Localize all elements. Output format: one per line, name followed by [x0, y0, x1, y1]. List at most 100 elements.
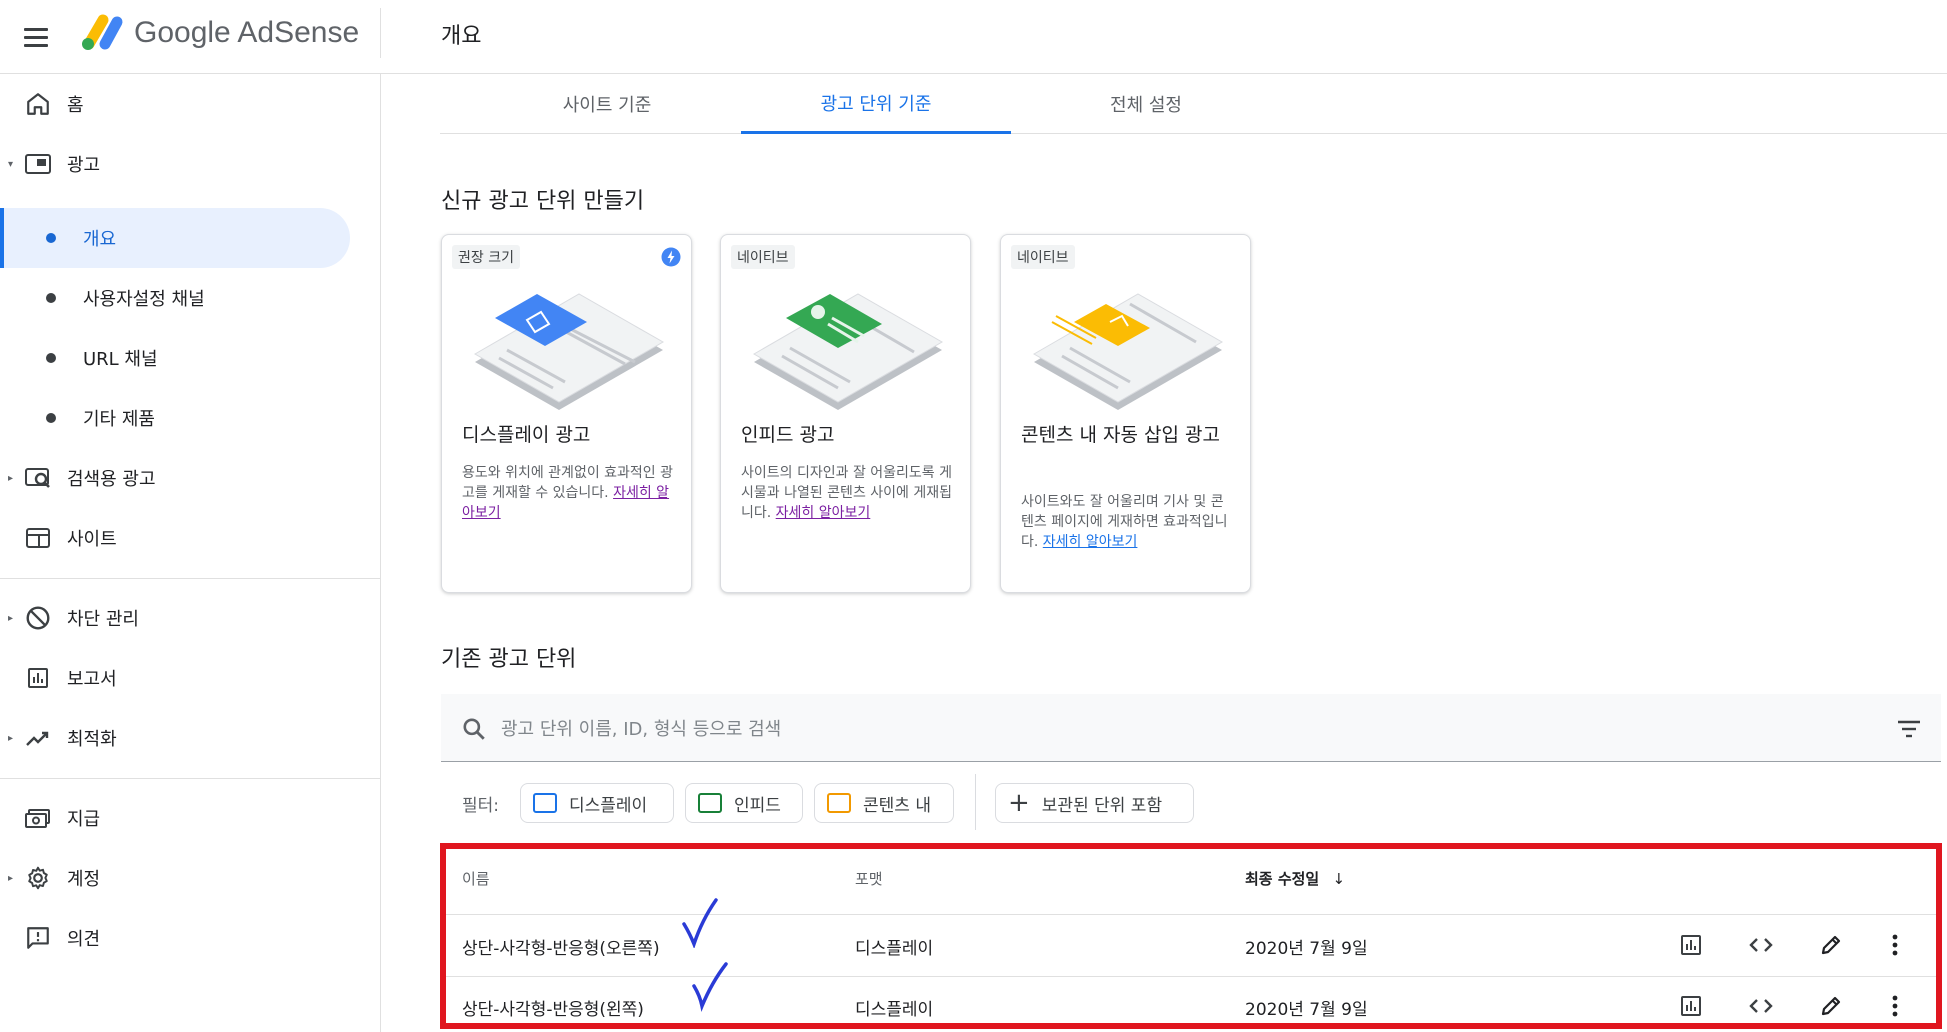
sidebar-item-reports[interactable]: 보고서 — [0, 648, 380, 708]
sites-icon — [24, 524, 52, 552]
filter-chip-in-feed[interactable]: 인피드 — [685, 783, 803, 823]
expand-arrow-icon[interactable]: ▸ — [8, 473, 13, 484]
expand-arrow-icon[interactable]: ▾ — [8, 159, 13, 170]
more-options-button[interactable] — [1880, 930, 1910, 960]
bullet-icon — [46, 293, 56, 303]
sidebar-item-feedback[interactable]: 의견 — [0, 908, 380, 968]
column-header-name[interactable]: 이름 — [462, 868, 490, 889]
settings-gear-icon — [24, 864, 52, 892]
reports-icon — [24, 664, 52, 692]
sidebar-item-home[interactable]: 홈 — [0, 74, 380, 134]
block-icon — [24, 604, 52, 632]
learn-more-link[interactable]: 자세히 알아보기 — [1043, 534, 1138, 550]
sidebar-divider — [0, 778, 380, 779]
bar-chart-icon — [1681, 935, 1701, 955]
in-feed-format-icon — [698, 793, 722, 813]
in-feed-ad-illustration — [752, 293, 944, 410]
sidebar-item-label: 보고서 — [67, 669, 117, 690]
filter-divider — [975, 774, 976, 830]
sidebar-item-overview[interactable]: 개요 — [0, 208, 350, 268]
sidebar-item-blocking-controls[interactable]: ▸ 차단 관리 — [0, 588, 380, 648]
card-title: 인피드 광고 — [741, 424, 835, 446]
card-title: 콘텐츠 내 자동 삽입 광고 — [1021, 424, 1220, 446]
in-article-format-icon — [827, 793, 851, 813]
ad-unit-name[interactable]: 상단-사각형-반응형(오른쪽) — [462, 934, 660, 959]
menu-icon-bar — [24, 35, 48, 39]
sidebar-item-sites[interactable]: 사이트 — [0, 508, 380, 568]
learn-more-link[interactable]: 자세히 알아보기 — [776, 505, 871, 521]
in-feed-ads-card[interactable]: 네이티브 인피드 광고 사이트의 디자인과 잘 어울리도록 게시물과 나열된 콘… — [720, 234, 971, 593]
payments-icon — [24, 804, 52, 832]
tab-bar: 사이트 기준 광고 단위 기준 전체 설정 — [440, 74, 1947, 134]
ad-unit-date: 2020년 7월 9일 — [1245, 939, 1368, 959]
sidebar-item-account[interactable]: ▸ 계정 — [0, 848, 380, 908]
ad-unit-format: 디스플레이 — [855, 939, 934, 959]
tab-by-site[interactable]: 사이트 기준 — [472, 74, 742, 134]
edit-button[interactable] — [1816, 930, 1846, 960]
report-button[interactable] — [1676, 930, 1706, 960]
expand-arrow-icon[interactable]: ▸ — [8, 733, 13, 744]
ad-unit-search-bar[interactable]: 광고 단위 이름, ID, 형식 등으로 검색 — [441, 694, 1941, 762]
edit-button[interactable] — [1816, 991, 1846, 1021]
sidebar-item-custom-channels[interactable]: 사용자설정 채널 — [0, 268, 350, 328]
home-icon — [24, 90, 52, 118]
bullet-icon — [46, 353, 56, 363]
trending-up-icon — [24, 724, 52, 752]
brand-name[interactable]: Google AdSense — [134, 16, 359, 50]
filter-chip-display[interactable]: 디스플레이 — [520, 783, 674, 823]
sidebar-item-optimization[interactable]: ▸ 최적화 — [0, 708, 380, 768]
table-divider — [446, 914, 1936, 915]
existing-ad-units-heading: 기존 광고 단위 — [441, 647, 577, 672]
pencil-icon — [1821, 996, 1841, 1016]
display-format-icon — [533, 793, 557, 813]
create-ad-unit-heading: 신규 광고 단위 만들기 — [441, 189, 645, 214]
search-icon — [463, 718, 485, 740]
ads-icon — [24, 150, 52, 178]
filter-chip-label: 디스플레이 — [569, 795, 648, 816]
adsense-logo-icon — [82, 14, 123, 50]
sidebar-item-search-ads[interactable]: ▸ 검색용 광고 — [0, 448, 380, 508]
code-icon — [1749, 938, 1773, 952]
ad-unit-format: 디스플레이 — [855, 1000, 934, 1020]
card-title: 디스플레이 광고 — [462, 424, 591, 446]
filter-chip-label: 콘텐츠 내 — [863, 795, 931, 816]
expand-arrow-icon[interactable]: ▸ — [8, 613, 13, 624]
sidebar-item-other-products[interactable]: 기타 제품 — [0, 388, 350, 448]
report-button[interactable] — [1676, 991, 1706, 1021]
main-menu-button[interactable] — [24, 22, 54, 52]
in-article-ads-card[interactable]: 네이티브 콘텐츠 내 자동 삽입 광고 사이트와도 잘 어울리며 기사 및 콘텐… — [1000, 234, 1251, 593]
header-divider — [380, 8, 381, 58]
handwritten-checkmark — [692, 962, 728, 1012]
tab-by-ad-unit[interactable]: 광고 단위 기준 — [741, 74, 1011, 134]
filter-list-icon[interactable] — [1895, 716, 1923, 742]
sidebar-item-label: 지급 — [67, 809, 101, 830]
search-input[interactable]: 광고 단위 이름, ID, 형식 등으로 검색 — [501, 715, 781, 741]
feedback-icon — [24, 924, 52, 952]
search-ads-icon — [24, 464, 52, 492]
arrow-down-icon: ↓ — [1332, 870, 1346, 888]
native-chip: 네이티브 — [731, 245, 795, 269]
sidebar-item-payments[interactable]: 지급 — [0, 788, 380, 848]
sidebar-item-label: 홈 — [67, 95, 84, 116]
filter-chip-label: 인피드 — [734, 795, 781, 816]
tab-global-settings[interactable]: 전체 설정 — [1011, 74, 1281, 134]
expand-arrow-icon[interactable]: ▸ — [8, 873, 13, 884]
card-description: 용도와 위치에 관계없이 효과적인 광고를 게재할 수 있습니다. 자세히 알아… — [462, 463, 677, 523]
sidebar-item-label: 기타 제품 — [83, 409, 155, 430]
menu-icon-bar — [24, 27, 48, 31]
column-header-last-modified[interactable]: 최종 수정일 ↓ — [1245, 868, 1345, 889]
include-archived-button[interactable]: + 보관된 단위 포함 — [995, 783, 1194, 823]
sidebar-item-url-channels[interactable]: URL 채널 — [0, 328, 350, 388]
more-options-button[interactable] — [1880, 991, 1910, 1021]
display-ad-illustration — [473, 293, 665, 410]
filter-chip-in-article[interactable]: 콘텐츠 내 — [814, 783, 954, 823]
column-header-format[interactable]: 포맷 — [855, 868, 883, 889]
get-code-button[interactable] — [1746, 930, 1776, 960]
get-code-button[interactable] — [1746, 991, 1776, 1021]
code-icon — [1749, 999, 1773, 1013]
sidebar-item-ads[interactable]: ▾ 광고 — [0, 134, 380, 194]
ad-unit-name[interactable]: 상단-사각형-반응형(왼쪽) — [462, 995, 644, 1020]
display-ads-card[interactable]: 권장 크기 디스플레이 광고 용도와 위치에 관계없이 효과적인 광고를 게재할… — [441, 234, 692, 593]
filter-label: 필터: — [462, 796, 500, 816]
sidebar-item-label: 사이트 — [67, 529, 117, 550]
